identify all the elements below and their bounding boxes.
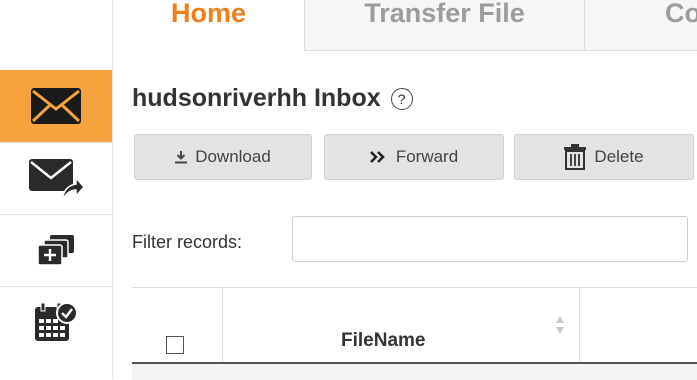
download-icon [175, 150, 188, 163]
inbox-envelope-icon [31, 88, 81, 124]
new-folder-icon [37, 235, 74, 266]
tab-home[interactable]: Home [113, 0, 305, 51]
sidebar-item-schedule[interactable] [0, 286, 112, 359]
schedule-calendar-icon [35, 302, 78, 341]
help-icon[interactable]: ? [390, 87, 413, 110]
forward-icon [369, 151, 385, 163]
trash-icon [564, 144, 587, 170]
sidebar-item-inbox[interactable] [0, 70, 112, 142]
sidebar-item-new-folder[interactable] [0, 214, 112, 287]
tab-transfer-file[interactable]: Transfer File [305, 0, 585, 50]
tab-third-partial[interactable]: Co [585, 0, 697, 50]
filename-header-label: FileName [341, 330, 426, 351]
download-button-label: Download [195, 147, 271, 166]
forward-button-label: Forward [395, 147, 459, 166]
download-button[interactable]: Download [134, 134, 312, 180]
tab-bar: Home Transfer File Co [113, 0, 697, 51]
sidebar-top-blank [0, 0, 112, 70]
records-table: FileName [132, 287, 697, 380]
filter-label: Filter records: [132, 232, 243, 252]
select-all-checkbox[interactable] [166, 336, 184, 354]
sidebar [0, 0, 113, 379]
page-title: hudsonriverhh Inbox ? [132, 84, 413, 113]
delete-button[interactable]: Delete [514, 134, 694, 180]
delete-button-label: Delete [594, 147, 644, 166]
sent-envelope-icon [29, 159, 84, 201]
sort-icon[interactable] [555, 315, 565, 335]
table-row [132, 364, 697, 380]
sidebar-item-sent[interactable] [0, 142, 112, 215]
inbox-title-text: hudsonriverhh Inbox [132, 84, 381, 112]
forward-button[interactable]: Forward [324, 134, 504, 180]
filter-input[interactable] [292, 216, 688, 262]
